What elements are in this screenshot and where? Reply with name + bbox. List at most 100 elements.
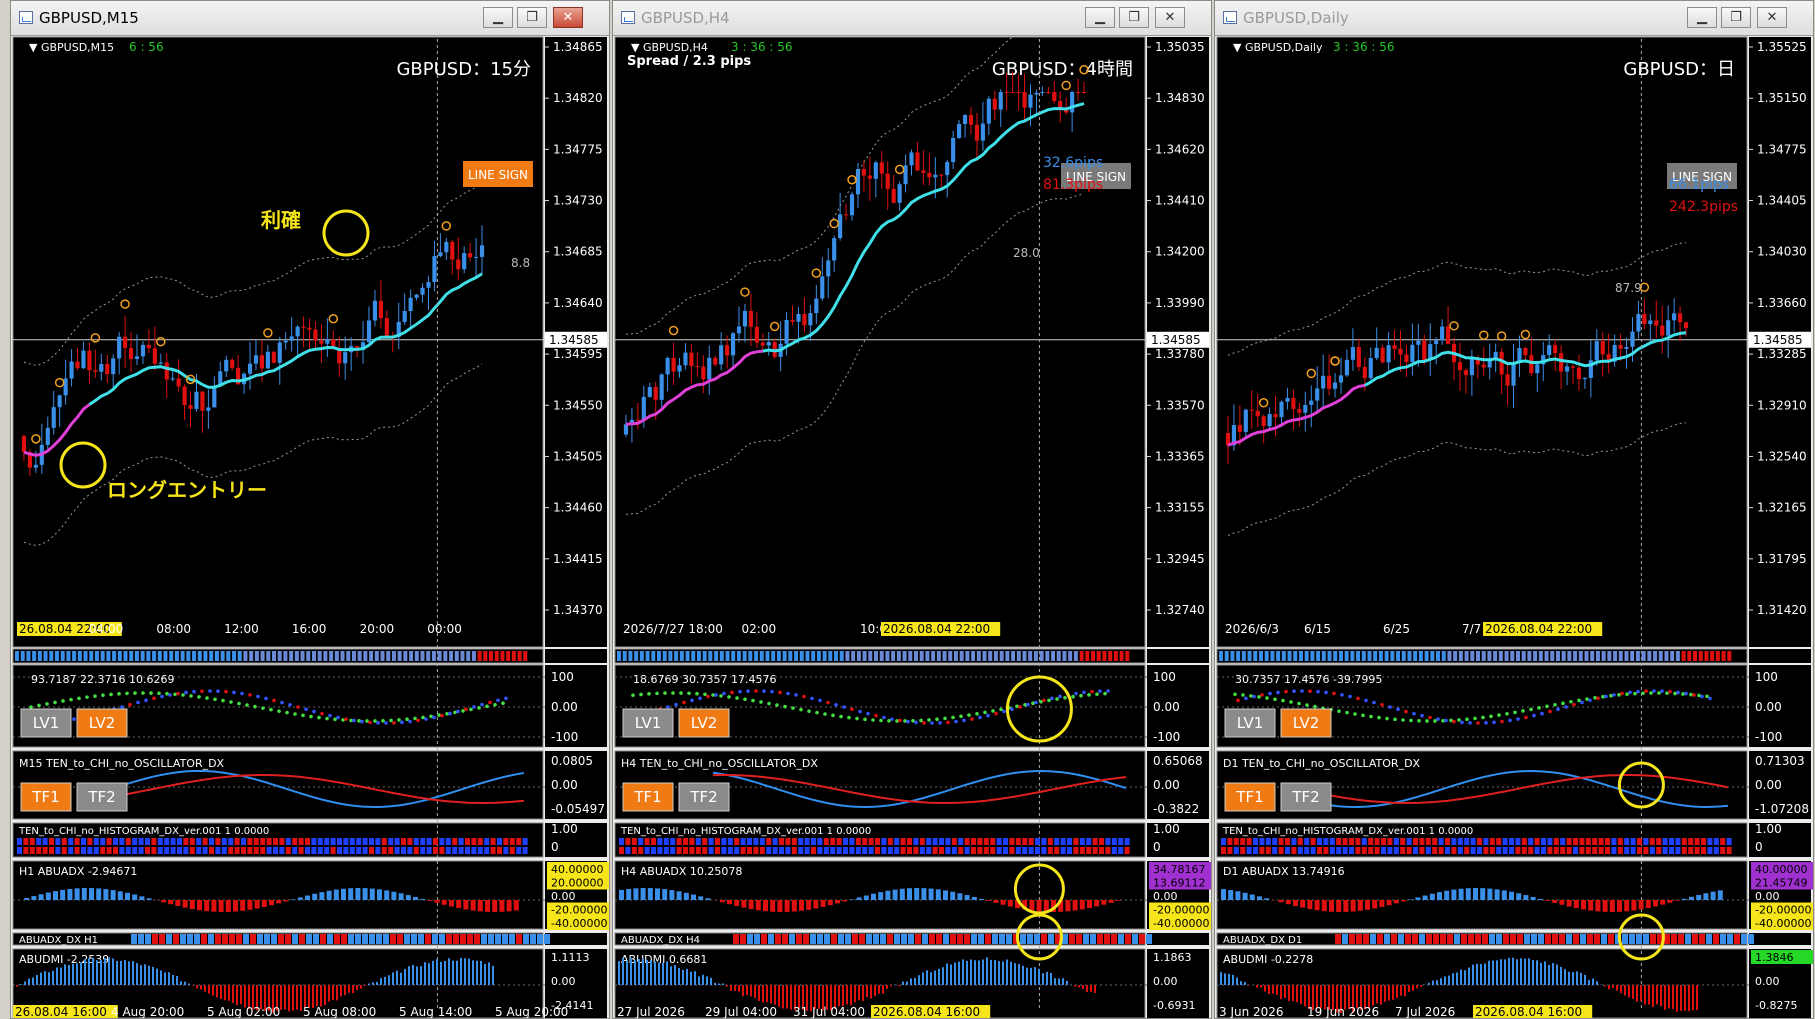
histogram-cell: [234, 838, 240, 845]
bottom-time-label: 29 Jul 04:00: [705, 1005, 777, 1018]
abuadx-bar: [463, 900, 469, 910]
histogram-cell: [734, 838, 740, 845]
trend-bar-cell: [254, 651, 259, 661]
abuadx-dx-cell: [1475, 934, 1481, 944]
maximize-button[interactable]: ❐: [517, 7, 547, 28]
abuadx-dx-cell: [1594, 934, 1600, 944]
title-bar[interactable]: GBPUSD,Daily ▁ ❐ ✕: [1215, 1, 1813, 36]
trend-bar-cell: [782, 651, 787, 661]
oscillator-dot: [157, 691, 161, 696]
candle-body: [814, 298, 819, 314]
histogram-cell: [1483, 847, 1489, 854]
abuadx-dx-cell: [1146, 934, 1152, 944]
minimize-button[interactable]: ▁: [483, 7, 513, 28]
abuadx-bar: [1494, 889, 1500, 900]
oscillator-dot: [938, 721, 942, 725]
oscillator-dot: [352, 718, 356, 723]
histogram-cell: [849, 847, 855, 854]
abuadx-dx-cell: [222, 934, 228, 944]
abuadx-bar: [1000, 900, 1006, 905]
abuadx-bar: [31, 896, 37, 900]
abuadx-dx-cell: [1531, 934, 1537, 944]
abuadx-dx-cell: [376, 934, 382, 944]
trend-bar-cell: [1698, 651, 1703, 661]
trend-bar-cell: [913, 651, 918, 661]
trend-bar-cell: [146, 651, 151, 661]
chart-canvas[interactable]: 1.355251.351501.347751.344051.340301.336…: [1215, 35, 1813, 1018]
candle-body: [1523, 348, 1528, 356]
chart-window-daily[interactable]: GBPUSD,Daily ▁ ❐ ✕ 1.35525 1.35150 1.34775…: [1214, 0, 1814, 1019]
trend-bar-cell: [37, 651, 42, 661]
histogram-cell: [138, 838, 144, 845]
candle-body: [659, 374, 664, 400]
minimize-button[interactable]: ▁: [1085, 7, 1115, 28]
histogram-cell: [157, 847, 163, 854]
abuadx-dx-cell: [236, 934, 242, 944]
oscillator-dot: [1476, 721, 1480, 725]
abuadx-dx-cell: [1090, 934, 1096, 944]
oscillator-dot: [1098, 689, 1102, 693]
trend-bar-cell: [1316, 651, 1321, 661]
panel-price-bg[interactable]: [614, 36, 1146, 648]
histogram-cell: [1726, 847, 1732, 854]
histogram-cell: [407, 847, 413, 854]
abuadx-bar: [297, 897, 303, 900]
abuadx-dx-cell: [1524, 934, 1530, 944]
panel-price-bg[interactable]: [12, 36, 544, 648]
oscillator-dot: [1404, 709, 1408, 714]
histogram-cell: [1079, 838, 1085, 845]
oscillator-dot: [1257, 695, 1261, 699]
price-axis-label: 1.32910: [1757, 398, 1807, 412]
abuadx-dx-cell: [1510, 934, 1516, 944]
title-bar[interactable]: GBPUSD,M15 ▁ ❐ ✕: [11, 1, 609, 36]
close-button[interactable]: ✕: [1155, 7, 1185, 28]
candle-body: [450, 241, 455, 260]
candle-body: [206, 407, 211, 411]
chart-window-h4[interactable]: GBPUSD,H4 ▁ ❐ ✕ 1.35035 1.34830 1.34620 1.3…: [612, 0, 1212, 1019]
oscillator-dot: [144, 698, 148, 703]
abuadx-dx-cell: [166, 934, 172, 944]
candle-body: [832, 238, 837, 261]
close-button[interactable]: ✕: [1757, 7, 1787, 28]
trend-bar-cell: [925, 651, 930, 661]
histogram-cell: [1553, 847, 1559, 854]
oscillator-values-label: 93.7187 22.3716 10.6269: [31, 673, 174, 686]
candle-body: [164, 362, 169, 380]
abuadx-bar: [1329, 900, 1334, 912]
histogram-cell: [1643, 847, 1649, 854]
candle-body: [1410, 344, 1415, 362]
histogram-cell: [1015, 847, 1021, 854]
trend-bar-cell: [1085, 651, 1090, 661]
title-bar[interactable]: GBPUSD,H4 ▁ ❐ ✕: [613, 1, 1211, 36]
abudmi-label: ABUDMI -2.2539: [19, 953, 109, 966]
abuadx-dx-cell: [1426, 934, 1432, 944]
chart-window-m15[interactable]: GBPUSD,M15 ▁ ❐ ✕ 1.34865 1.34820 1.34775 1.…: [10, 0, 610, 1019]
minimize-button[interactable]: ▁: [1687, 7, 1717, 28]
window-title: GBPUSD,M15: [39, 9, 139, 27]
candle-body: [683, 352, 688, 366]
histogram-cell: [747, 847, 752, 854]
histogram-cell: [1028, 847, 1034, 854]
histogram-cell: [619, 847, 624, 854]
trend-bar-cell: [1401, 651, 1406, 661]
chart-canvas[interactable]: 1.348651.348201.347751.347301.346851.346…: [11, 35, 609, 1018]
histogram-cell: [298, 847, 304, 854]
maximize-button[interactable]: ❐: [1119, 7, 1149, 28]
candle-body: [1499, 351, 1504, 375]
oscillator-dot: [85, 695, 89, 699]
oscillator-dot: [994, 711, 998, 716]
oscillator-dot: [501, 701, 505, 706]
abuadx-scale-label: -40.00000: [1755, 917, 1811, 930]
maximize-button[interactable]: ❐: [1721, 7, 1751, 28]
abuadx-bar: [305, 895, 310, 900]
chart-canvas[interactable]: 1.350351.348301.346201.344101.342001.339…: [613, 35, 1211, 1018]
abuadx-dx-cell: [1111, 934, 1117, 944]
candle-body: [1404, 354, 1409, 362]
close-button[interactable]: ✕: [553, 7, 583, 28]
trend-bar-cell: [1567, 651, 1572, 661]
candle-body: [1654, 320, 1659, 326]
histogram-cell: [1509, 847, 1514, 854]
abuadx-bar: [957, 893, 963, 900]
histogram-cell: [381, 847, 387, 854]
panel-price-bg[interactable]: [1216, 36, 1748, 648]
